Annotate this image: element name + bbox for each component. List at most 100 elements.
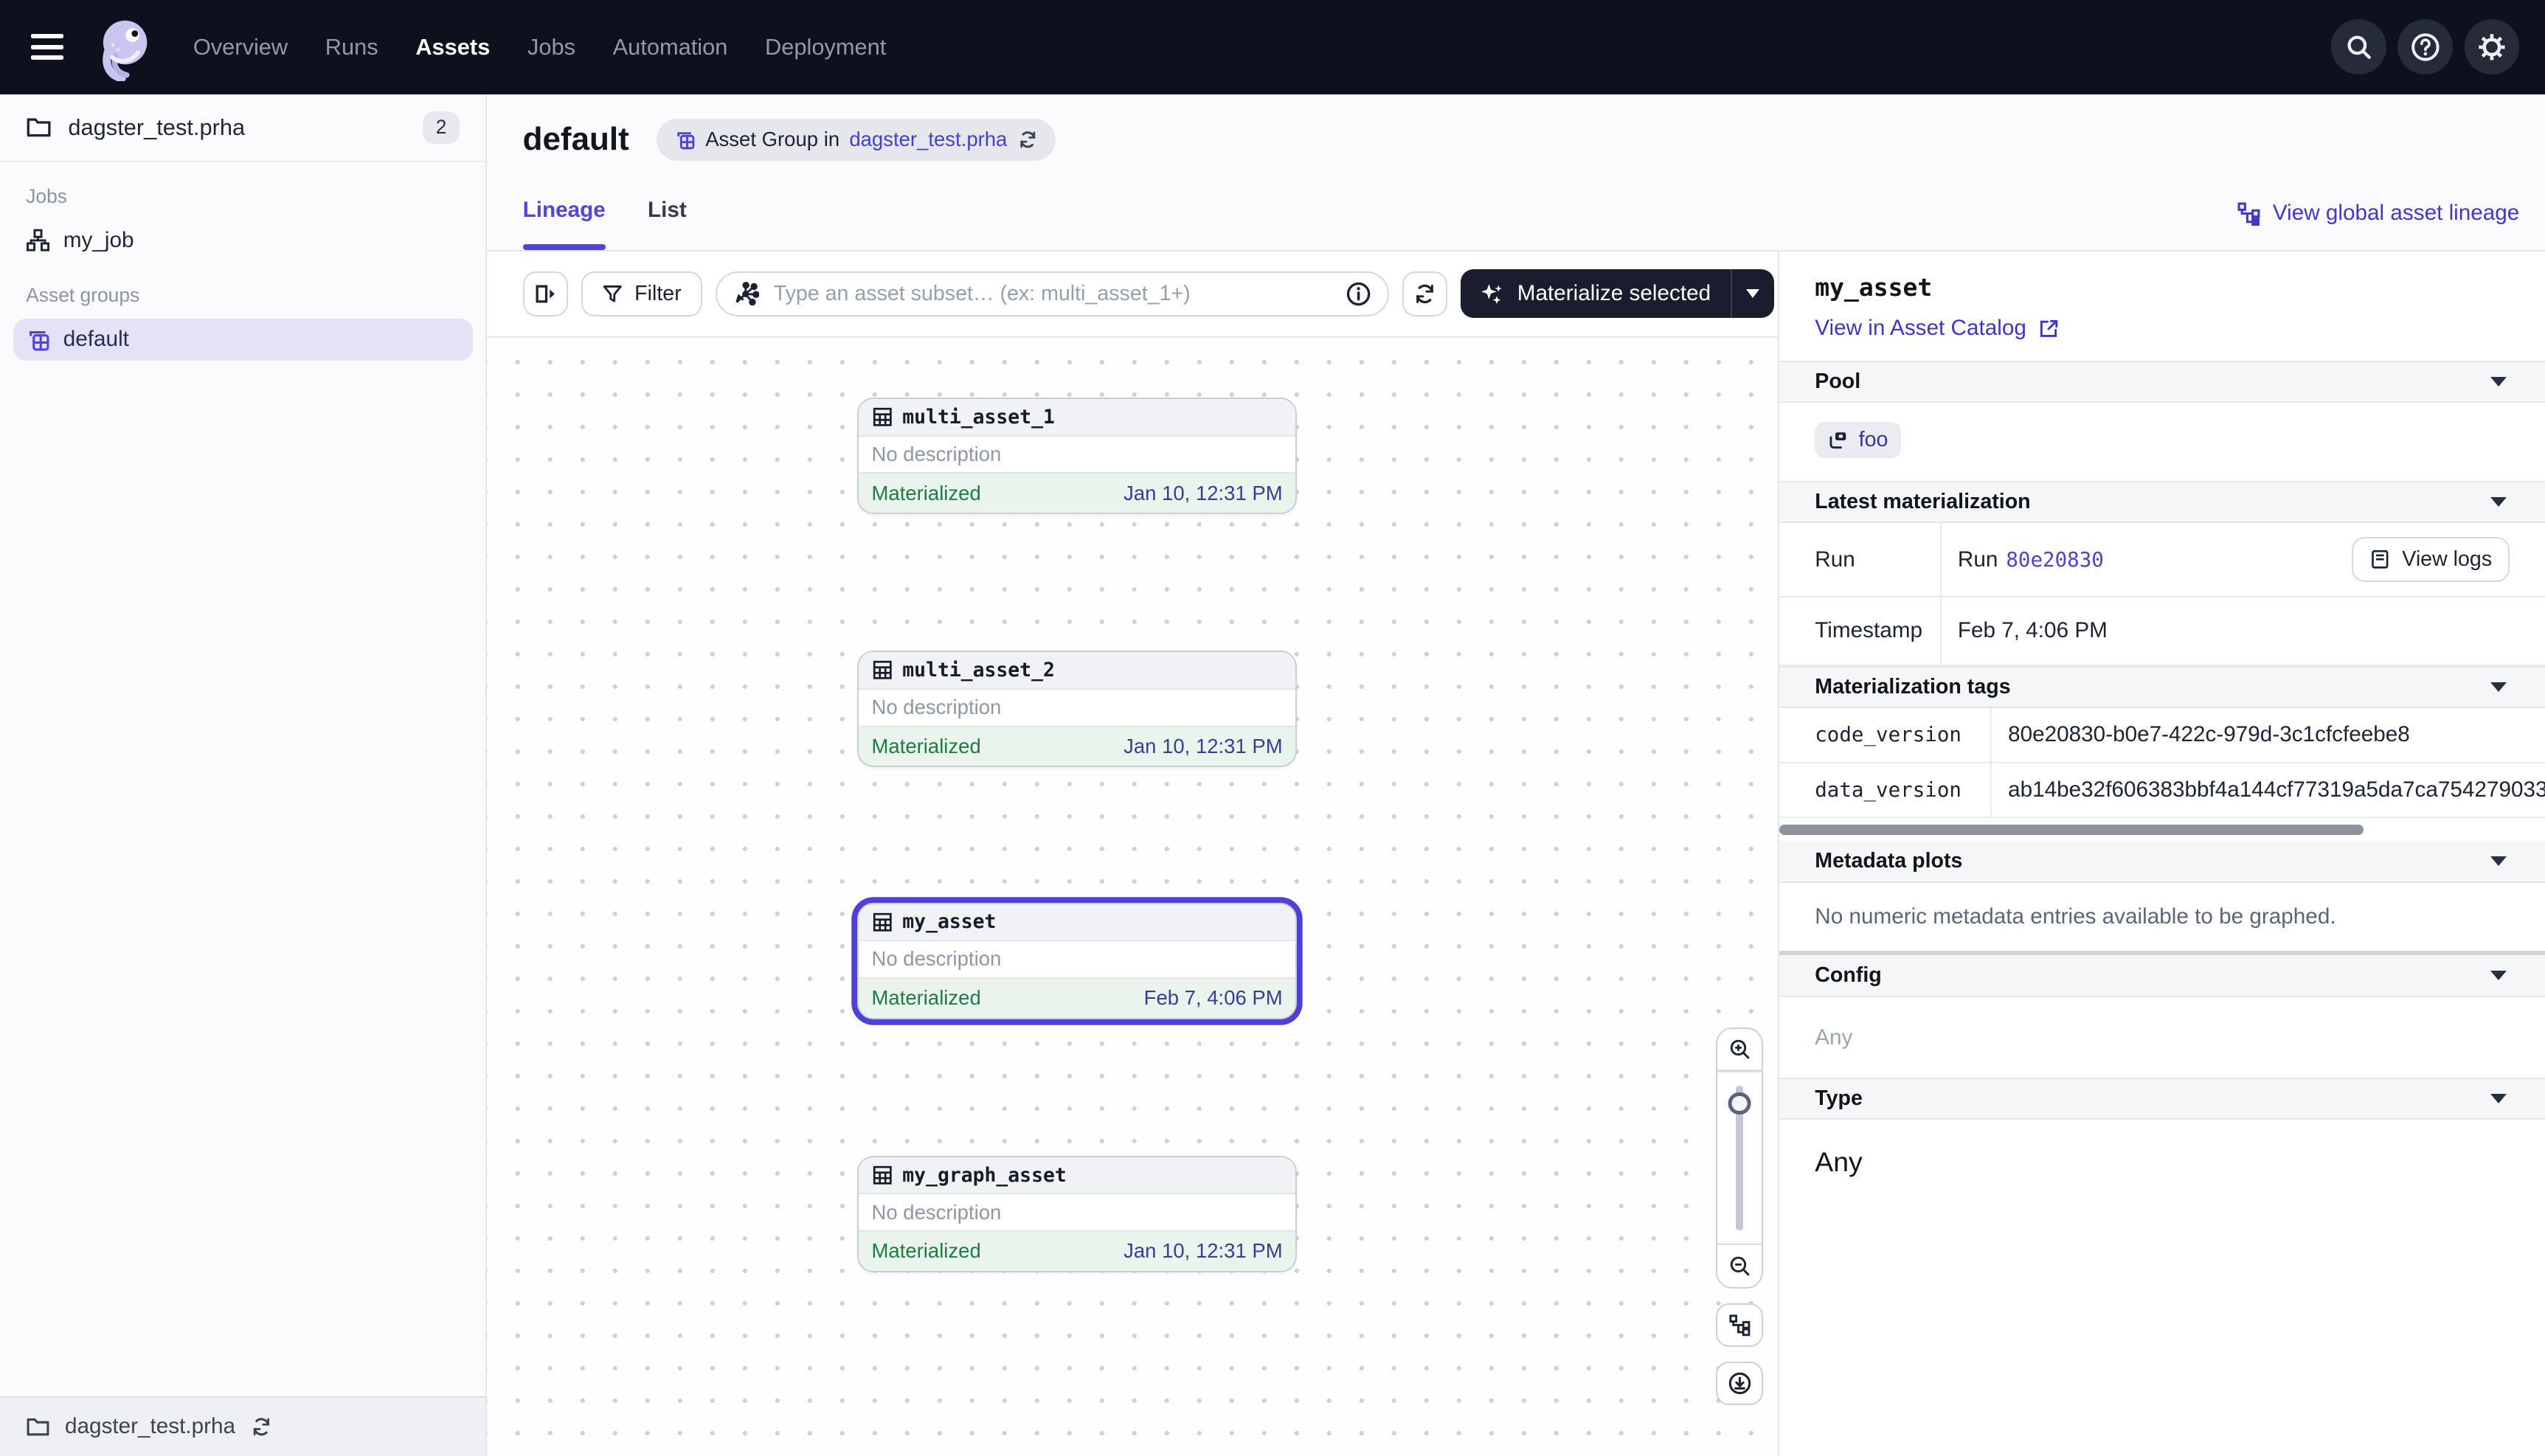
chevron-down-icon[interactable] — [2490, 377, 2507, 386]
zoom-out-icon — [1728, 1255, 1751, 1278]
run-id-link[interactable]: 80e20830 — [2006, 548, 2103, 572]
materialized-status: Materialized — [872, 1239, 981, 1263]
asset-node-my-graph-asset[interactable]: my_graph_asset No description Materializ… — [857, 1156, 1297, 1272]
zoom-in-icon — [1728, 1038, 1751, 1061]
tag-value: 80e20830-b0e7-422c-979d-3c1cfcfeebe8 — [1992, 708, 2545, 762]
repo-header[interactable]: dagster_test.prha 2 — [0, 94, 485, 162]
info-icon[interactable] — [1346, 281, 1371, 307]
section-metadata-plots: Metadata plots — [1779, 841, 2545, 883]
tab-lineage[interactable]: Lineage — [523, 198, 606, 250]
view-global-asset-lineage-link[interactable]: View global asset lineage — [2237, 201, 2519, 226]
nav-jobs[interactable]: Jobs — [527, 34, 575, 60]
chevron-down-icon[interactable] — [2490, 682, 2507, 692]
download-icon — [1728, 1371, 1752, 1396]
zoom-slider-thumb[interactable] — [1728, 1092, 1751, 1115]
materialized-timestamp[interactable]: Jan 10, 12:31 PM — [1123, 1239, 1283, 1263]
run-row: Run Run 80e20830 View logs — [1779, 523, 2545, 597]
reload-icon[interactable] — [1017, 129, 1039, 150]
section-materialization-tags: Materialization tags — [1779, 666, 2545, 708]
tab-list[interactable]: List — [648, 198, 687, 250]
top-nav-actions — [2331, 19, 2519, 74]
materialize-button[interactable]: Materialize selected — [1461, 269, 1731, 318]
selected-asset-title: my_asset — [1815, 273, 2510, 302]
table-icon — [872, 406, 893, 428]
table-icon — [872, 1165, 893, 1186]
help-button[interactable] — [2397, 19, 2453, 74]
zoom-out-button[interactable] — [1717, 1245, 1762, 1287]
reload-icon[interactable] — [250, 1415, 273, 1438]
asset-node-my-asset[interactable]: my_asset No description Materialized Feb… — [857, 903, 1297, 1019]
view-in-asset-catalog-link[interactable]: View in Asset Catalog — [1815, 316, 2510, 341]
zoom-slider[interactable] — [1717, 1071, 1762, 1244]
materialized-status: Materialized — [872, 735, 981, 758]
sparkles-icon — [1480, 282, 1504, 306]
zoom-controls — [1716, 1027, 1763, 1405]
materialize-dropdown-button[interactable] — [1732, 269, 1774, 318]
download-graph-button[interactable] — [1716, 1362, 1763, 1405]
materialized-status: Materialized — [872, 986, 981, 1010]
nav-assets[interactable]: Assets — [415, 34, 490, 60]
fit-graph-button[interactable] — [1716, 1303, 1763, 1347]
search-input[interactable] — [770, 280, 1334, 308]
folder-icon — [26, 1415, 50, 1439]
asset-subset-search — [716, 271, 1389, 317]
section-type: Type — [1779, 1078, 2545, 1120]
menu-icon[interactable] — [31, 26, 73, 68]
job-icon — [26, 228, 50, 252]
sidebar-item-my-job[interactable]: my_job — [13, 219, 473, 261]
asset-node-name: multi_asset_1 — [902, 406, 1055, 429]
copies-icon — [1828, 429, 1849, 451]
horizontal-scrollbar — [1779, 822, 2545, 841]
nav-deployment[interactable]: Deployment — [765, 34, 886, 60]
asset-node-multi-asset-1[interactable]: multi_asset_1 No description Materialize… — [857, 398, 1297, 514]
nav-automation[interactable]: Automation — [613, 34, 728, 60]
asset-group-icon — [26, 327, 50, 352]
settings-button[interactable] — [2465, 19, 2520, 74]
zoom-in-button[interactable] — [1717, 1029, 1762, 1071]
sidebar-item-default-group[interactable]: default — [13, 319, 473, 361]
nav-runs[interactable]: Runs — [325, 34, 378, 60]
timestamp-label: Timestamp — [1779, 597, 1942, 664]
timestamp-value: Feb 7, 4:06 PM — [1942, 597, 2545, 664]
asset-node-description: No description — [859, 437, 1295, 474]
materialized-timestamp[interactable]: Jan 10, 12:31 PM — [1123, 482, 1283, 505]
materialize-split-button: Materialize selected — [1461, 269, 1774, 318]
asset-node-description: No description — [859, 941, 1295, 979]
asset-node-description: No description — [859, 1194, 1295, 1232]
chip-repo-link[interactable]: dagster_test.prha — [849, 128, 1007, 151]
horizontal-scrollbar-thumb[interactable] — [1779, 825, 2364, 835]
materialized-timestamp[interactable]: Jan 10, 12:31 PM — [1123, 735, 1283, 758]
chevron-down-icon[interactable] — [2490, 1094, 2507, 1103]
repo-name: dagster_test.prha — [68, 114, 245, 141]
footer-repo-name: dagster_test.prha — [65, 1414, 235, 1439]
run-label: Run — [1779, 523, 1942, 596]
materialized-timestamp[interactable]: Feb 7, 4:06 PM — [1144, 986, 1283, 1010]
left-sidebar: dagster_test.prha 2 Jobs my_job Asset gr… — [0, 94, 487, 1456]
chevron-down-icon[interactable] — [2490, 971, 2507, 980]
logs-icon — [2369, 549, 2391, 570]
chevron-down-icon[interactable] — [2490, 856, 2507, 866]
dagster-logo-icon[interactable] — [88, 13, 156, 81]
sidebar-item-label: my_job — [63, 228, 134, 253]
top-nav-links: Overview Runs Assets Jobs Automation Dep… — [193, 34, 887, 60]
pool-tag[interactable]: foo — [1815, 422, 1901, 457]
search-button[interactable] — [2331, 19, 2386, 74]
expand-panel-button[interactable] — [523, 271, 569, 317]
asset-node-name: multi_asset_2 — [902, 659, 1055, 682]
sidebar-footer-repo[interactable]: dagster_test.prha — [0, 1396, 485, 1456]
chevron-down-icon[interactable] — [2490, 497, 2507, 507]
section-config: Config — [1779, 955, 2545, 997]
section-latest-materialization: Latest materialization — [1779, 481, 2545, 523]
nav-overview[interactable]: Overview — [193, 34, 288, 60]
sidebar-item-label: default — [63, 327, 129, 352]
lineage-icon — [2237, 201, 2261, 226]
asset-groups-section-label: Asset groups — [26, 284, 460, 307]
refresh-graph-button[interactable] — [1402, 271, 1448, 317]
filter-button[interactable]: Filter — [581, 271, 702, 317]
metadata-empty-text: No numeric metadata entries available to… — [1779, 883, 2545, 950]
dagster-app: Overview Runs Assets Jobs Automation Dep… — [0, 0, 2545, 1456]
lineage-graph-canvas[interactable]: multi_asset_1 No description Materialize… — [487, 338, 1778, 1456]
view-logs-button[interactable]: View logs — [2352, 537, 2510, 583]
asset-node-multi-asset-2[interactable]: multi_asset_2 No description Materialize… — [857, 651, 1297, 767]
tag-value: ab14be32f606383bbf4a144cf77319a5da7ca754… — [1992, 763, 2545, 817]
